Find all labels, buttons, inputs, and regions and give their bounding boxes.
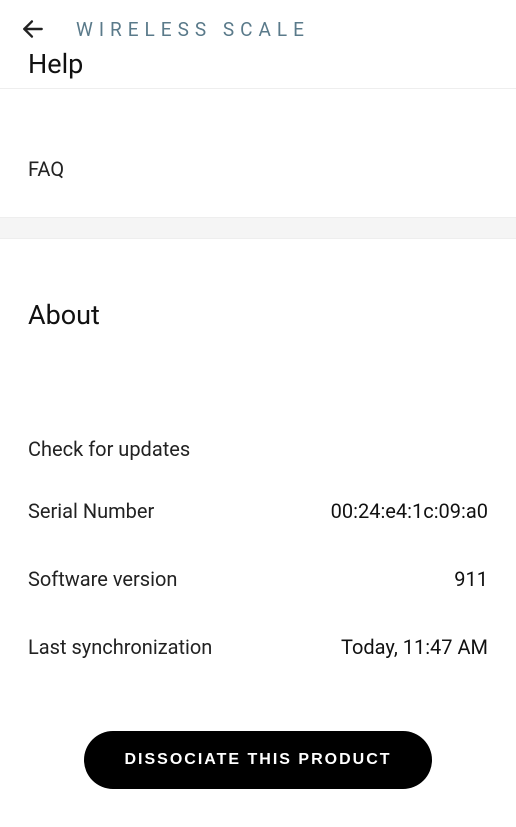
faq-label: FAQ [28, 157, 64, 181]
help-section-title: Help [0, 48, 516, 88]
serial-number-row: Serial Number 00:24:e4:1c:09:a0 [28, 477, 488, 545]
lastsync-label: Last synchronization [28, 635, 212, 659]
faq-item[interactable]: FAQ [0, 89, 516, 217]
lastsync-value: Today, 11:47 AM [341, 635, 488, 659]
check-updates-label: Check for updates [28, 437, 190, 461]
section-divider [0, 217, 516, 239]
check-updates-item[interactable]: Check for updates [28, 421, 488, 477]
page-title: WIRELESS SCALE [76, 18, 310, 41]
software-label: Software version [28, 567, 177, 591]
back-button[interactable] [20, 16, 46, 42]
software-version-row: Software version 911 [28, 545, 488, 613]
dissociate-button[interactable]: DISSOCIATE THIS PRODUCT [84, 731, 431, 789]
about-section-title: About [28, 299, 488, 331]
serial-label: Serial Number [28, 499, 154, 523]
arrow-left-icon [20, 16, 46, 42]
serial-value: 00:24:e4:1c:09:a0 [331, 499, 488, 523]
software-value: 911 [454, 567, 488, 591]
last-sync-row: Last synchronization Today, 11:47 AM [28, 613, 488, 681]
